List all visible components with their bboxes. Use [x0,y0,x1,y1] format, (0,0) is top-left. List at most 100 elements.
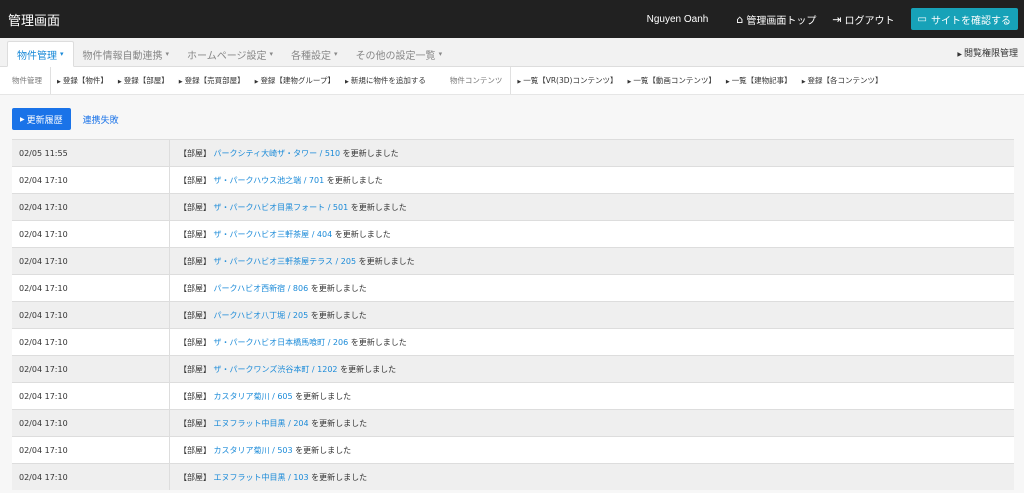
submenu-link[interactable]: ▶ 一覧【建物記事】 [726,75,792,86]
row-prefix: 【部屋】 [179,148,211,158]
row-time: 02/04 17:10 [12,274,170,302]
triangle-right-icon: ▶ [20,115,25,123]
row-time: 02/04 17:10 [12,328,170,356]
logout-label: ログアウト [844,15,895,27]
home-icon: ⌂ [736,12,744,26]
submenu-link[interactable]: ▶ 一覧【動画コンテンツ】 [627,75,715,86]
row-prefix: 【部屋】 [179,175,211,185]
triangle-right-icon: ▶ [725,79,730,85]
table-row: 02/04 17:10 【部屋】 パークハビオ西新宿 / 806 を更新しました [12,274,1014,302]
triangle-right-icon: ▶ [345,79,349,85]
row-suffix: を更新しました [340,364,397,374]
row-suffix: を更新しました [350,202,407,212]
row-time: 02/04 17:10 [12,247,170,275]
app-title[interactable]: 管理画面 [0,10,647,29]
admin-top-link[interactable]: ⌂ 管理画面トップ [736,12,816,27]
row-target-link[interactable]: カスタリア菊川 / 503 [214,446,293,455]
table-row: 02/04 17:10 【部屋】 ザ・パークワンズ渋谷本町 / 1202 を更新し… [12,355,1014,383]
submenu-link[interactable]: ▶ 登録【売買部屋】 [179,75,245,86]
submenu-link-label: 一覧【動画コンテンツ】 [633,76,716,85]
divider [50,67,51,94]
row-target-link[interactable]: ザ・パークハビオ三軒茶屋テラス / 205 [214,257,357,266]
view-permission-link[interactable]: ▶ 閲覧権限管理 [957,46,1018,59]
submenu-link-label: 登録【部屋】 [123,76,169,85]
row-suffix: を更新しました [295,391,352,401]
triangle-right-icon: ▶ [117,79,122,85]
triangle-right-icon: ▶ [517,79,522,85]
row-suffix: を更新しました [358,256,415,266]
submenu-link[interactable]: ▶ 登録【部屋】 [118,75,169,86]
row-message: 【部屋】 パークハビオ西新宿 / 806 を更新しました [169,274,1014,302]
row-prefix: 【部屋】 [179,337,211,347]
submenu-link-label: 登録【各コンテンツ】 [807,76,883,85]
view-site-label: サイトを確認する [931,15,1011,27]
tab-sync-failed[interactable]: 連携失敗 [83,113,119,126]
row-target-link[interactable]: ザ・パークワンズ渋谷本町 / 1202 [214,365,338,374]
row-target-link[interactable]: ザ・パークハビオ日本橋馬喰町 / 206 [214,338,349,347]
table-row: 02/04 17:10 【部屋】 ザ・パークハビオ三軒茶屋 / 404 を更新しま… [12,220,1014,248]
menu-various-settings[interactable]: 各種設定 ▾ [282,42,347,66]
row-target-link[interactable]: パークハビオ西新宿 / 806 [214,284,309,293]
table-row: 02/04 17:10 【部屋】 カスタリア菊川 / 503 を更新しました [12,436,1014,464]
row-message: 【部屋】 エヌフラット中目黒 / 204 を更新しました [169,409,1014,437]
main-content: ▶ 更新履歴 連携失敗 02/05 11:55 【部屋】 パークシティ大崎ザ・タワー… [0,95,1024,490]
submenu-link[interactable]: ▶ 一覧【VR(3D)コンテンツ】 [517,75,617,86]
row-message: 【部屋】 カスタリア菊川 / 503 を更新しました [169,436,1014,464]
view-site-button[interactable]: ▭ サイトを確認する [910,8,1018,30]
row-prefix: 【部屋】 [179,364,211,374]
submenu-link-label: 新規に物件を追加する [350,76,426,85]
row-target-link[interactable]: カスタリア菊川 / 605 [214,392,293,401]
submenu-link[interactable]: ▶ 新規に物件を追加する [345,75,426,86]
submenu-link[interactable]: ▶ 登録【各コンテンツ】 [802,75,883,86]
tab-update-history[interactable]: ▶ 更新履歴 [12,108,71,130]
submenu-link[interactable]: ▶ 登録【物件】 [57,75,108,86]
row-suffix: を更新しました [310,310,367,320]
triangle-right-icon: ▶ [957,51,962,58]
row-suffix: を更新しました [295,445,352,455]
menu-auto-sync[interactable]: 物件情報自動連携 ▾ [74,42,179,66]
logout-link[interactable]: ⇥ ログアウト [832,12,894,27]
row-time: 02/04 17:10 [12,301,170,329]
menu-label: 物件情報自動連携 [82,50,163,62]
row-target-link[interactable]: ザ・パークハビオ三軒茶屋 / 404 [214,230,333,239]
caret-down-icon: ▾ [438,50,443,58]
row-target-link[interactable]: エヌフラット中目黒 / 204 [214,419,309,428]
menu-homepage-settings[interactable]: ホームページ設定 ▾ [178,42,282,66]
menu-label: 各種設定 [291,50,332,62]
row-message: 【部屋】 ザ・パークハビオ三軒茶屋 / 404 を更新しました [169,220,1014,248]
table-row: 02/04 17:10 【部屋】 ザ・パークハウス池之端 / 701 を更新しまし… [12,166,1014,194]
row-time: 02/04 17:10 [12,166,170,194]
caret-down-icon: ▾ [269,50,274,58]
menu-label: ホームページ設定 [187,50,267,62]
menu-other-settings[interactable]: その他の設定一覧 ▾ [347,42,452,66]
row-target-link[interactable]: ザ・パークハウス池之端 / 701 [214,176,325,185]
row-message: 【部屋】 ザ・パークハウス池之端 / 701 を更新しました [169,166,1014,194]
update-log-table: 02/05 11:55 【部屋】 パークシティ大崎ザ・タワー / 510 を更新し… [12,139,1014,490]
row-suffix: を更新しました [350,337,407,347]
menu-label: 物件管理 [17,50,57,62]
table-row: 02/04 17:10 【部屋】 カスタリア菊川 / 605 を更新しました [12,382,1014,410]
submenu-link-label: 登録【建物グループ】 [260,76,335,85]
submenu-group-label-property: 物件管理 [12,76,42,85]
row-message: 【部屋】 ザ・パークハビオ目黒フォート / 501 を更新しました [169,193,1014,221]
row-message: 【部屋】 パークハビオ八丁堀 / 205 を更新しました [169,301,1014,329]
triangle-right-icon: ▶ [178,79,183,85]
row-target-link[interactable]: エヌフラット中目黒 / 103 [214,473,309,482]
row-target-link[interactable]: パークハビオ八丁堀 / 205 [214,311,309,320]
row-target-link[interactable]: パークシティ大崎ザ・タワー / 510 [214,149,341,158]
row-time: 02/04 17:10 [12,220,170,248]
row-prefix: 【部屋】 [179,283,211,293]
row-suffix: を更新しました [311,472,368,482]
row-target-link[interactable]: ザ・パークハビオ目黒フォート / 501 [214,203,349,212]
row-time: 02/04 17:10 [12,436,170,464]
table-row: 02/04 17:10 【部屋】 エヌフラット中目黒 / 204 を更新しました [12,409,1014,437]
row-prefix: 【部屋】 [179,472,211,482]
row-message: 【部屋】 ザ・パークワンズ渋谷本町 / 1202 を更新しました [169,355,1014,383]
menu-property-management[interactable]: 物件管理 ▾ [7,41,74,67]
submenu-link[interactable]: ▶ 登録【建物グループ】 [255,75,335,86]
logout-icon: ⇥ [832,12,842,26]
row-message: 【部屋】 ザ・パークハビオ日本橋馬喰町 / 206 を更新しました [169,328,1014,356]
menu-label: その他の設定一覧 [355,50,436,62]
row-message: 【部屋】 ザ・パークハビオ三軒茶屋テラス / 205 を更新しました [169,247,1014,275]
row-prefix: 【部屋】 [179,256,211,266]
